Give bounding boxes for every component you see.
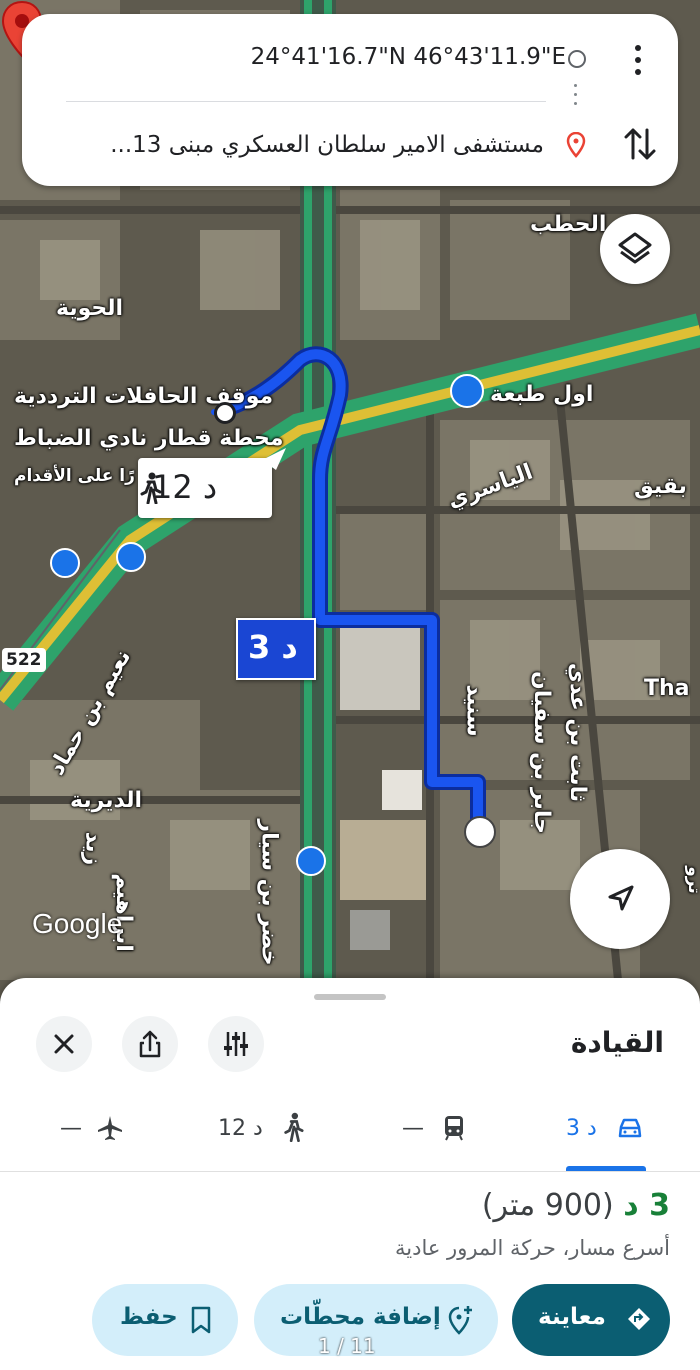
- origin-marker: [464, 816, 496, 848]
- map-label-zaid: زيد: [80, 831, 106, 866]
- page-indicator: 1 / 11: [318, 1334, 376, 1358]
- save-button-label: حفظ: [120, 1304, 178, 1330]
- preview-button[interactable]: معاينة: [512, 1284, 670, 1356]
- directions-sheet: القيادة 3 د — 12 د — 3 د (900 متر) أسرع …: [0, 978, 700, 1370]
- map-label-thabit: ثابت بن عدي: [565, 662, 591, 803]
- map-label-diriya: الديرية: [70, 788, 143, 813]
- route-summary: 3 د (900 متر): [482, 1188, 670, 1223]
- map-label-tha: Tha: [644, 676, 690, 701]
- destination-marker: [214, 402, 236, 424]
- bus-stop-icon[interactable]: [50, 548, 80, 578]
- route-distance: (900 متر): [481, 1188, 614, 1223]
- walk-tab-label: 12 د: [218, 1116, 263, 1141]
- sheet-title: القيادة: [570, 1026, 664, 1059]
- sheet-divider: [0, 1171, 700, 1172]
- map-label-hawiya: الحوية: [56, 296, 124, 321]
- drive-time-callout[interactable]: 3 د: [236, 618, 316, 680]
- tab-transit[interactable]: —: [402, 1112, 472, 1152]
- bookmark-icon: [191, 1306, 211, 1334]
- map-label-sanid: سنيد: [461, 684, 487, 737]
- add-stops-button[interactable]: إضافة محطّات: [254, 1284, 498, 1356]
- tab-drive[interactable]: 3 د: [566, 1112, 646, 1152]
- transit-tab-label: —: [402, 1116, 424, 1141]
- field-divider: [66, 101, 546, 102]
- origin-circle-icon: [568, 50, 586, 68]
- map-label-baqiq: بقيق: [634, 474, 687, 499]
- google-logo: Google: [32, 908, 123, 939]
- close-button[interactable]: [36, 1016, 92, 1072]
- shopping-bag-icon[interactable]: [450, 374, 484, 408]
- add-location-icon: [448, 1306, 472, 1335]
- sheet-drag-handle[interactable]: [314, 994, 386, 1000]
- share-button[interactable]: [122, 1016, 178, 1072]
- route-options-button[interactable]: [208, 1016, 264, 1072]
- layers-icon: [618, 232, 652, 264]
- route-dots-icon: [574, 84, 578, 124]
- preview-button-label: معاينة: [538, 1304, 606, 1330]
- airplane-icon: [98, 1116, 122, 1140]
- route-time: 3 د: [623, 1188, 670, 1223]
- map-label-khadir: خضر بن سيار: [256, 819, 282, 966]
- road-shield-522: 522: [2, 648, 46, 672]
- map-label-taba: اول طبعة: [490, 382, 594, 407]
- origin-field[interactable]: 24°41'16.7"N 46°43'11.9"E: [106, 44, 566, 70]
- car-icon: [618, 1118, 642, 1138]
- bus-stop-icon[interactable]: [116, 542, 146, 572]
- walk-time-callout[interactable]: 12 د: [138, 458, 272, 518]
- map-label-hatab: الحطب: [530, 212, 607, 237]
- add-stops-label: إضافة محطّات: [280, 1304, 441, 1330]
- tune-icon: [224, 1032, 248, 1056]
- navigation-arrow-icon: [608, 885, 634, 911]
- layers-button[interactable]: [600, 214, 670, 284]
- save-button[interactable]: حفظ: [92, 1284, 238, 1356]
- tab-flight[interactable]: —: [60, 1112, 130, 1152]
- navigate-button[interactable]: [570, 849, 670, 949]
- bus-stop-icon[interactable]: [296, 846, 326, 876]
- more-options-icon[interactable]: [626, 42, 650, 78]
- swap-icon[interactable]: [622, 124, 658, 164]
- navigation-icon: [628, 1308, 650, 1330]
- drive-callout-label: 3 د: [248, 628, 298, 666]
- map-label-tru: ترو: [683, 866, 700, 894]
- directions-card: 24°41'16.7"N 46°43'11.9"E مستشفى الامير …: [22, 14, 678, 186]
- callout-tail: [262, 448, 286, 470]
- close-icon: [54, 1034, 74, 1054]
- map-label-train-station: محطة قطار نادي الضباط: [14, 426, 284, 451]
- destination-field[interactable]: مستشفى الامير سلطان العسكري مبنى 13...: [74, 132, 544, 158]
- map-label-jabir: جابر بن سفيان: [528, 671, 554, 834]
- flight-tab-label: —: [60, 1116, 82, 1141]
- walk-icon: [284, 1112, 304, 1142]
- train-icon: [445, 1116, 463, 1141]
- map-label-bus-stop: موقف الحافلات الترددية: [14, 384, 274, 409]
- tab-walk[interactable]: 12 د: [218, 1112, 308, 1152]
- drive-tab-label: 3 د: [566, 1116, 597, 1141]
- share-icon: [139, 1030, 161, 1058]
- route-description: أسرع مسار، حركة المرور عادية: [395, 1236, 670, 1260]
- map-label-walkway: رًا على الأقدام: [14, 466, 135, 486]
- location-pin-icon: [566, 132, 586, 158]
- walk-icon: [140, 472, 162, 504]
